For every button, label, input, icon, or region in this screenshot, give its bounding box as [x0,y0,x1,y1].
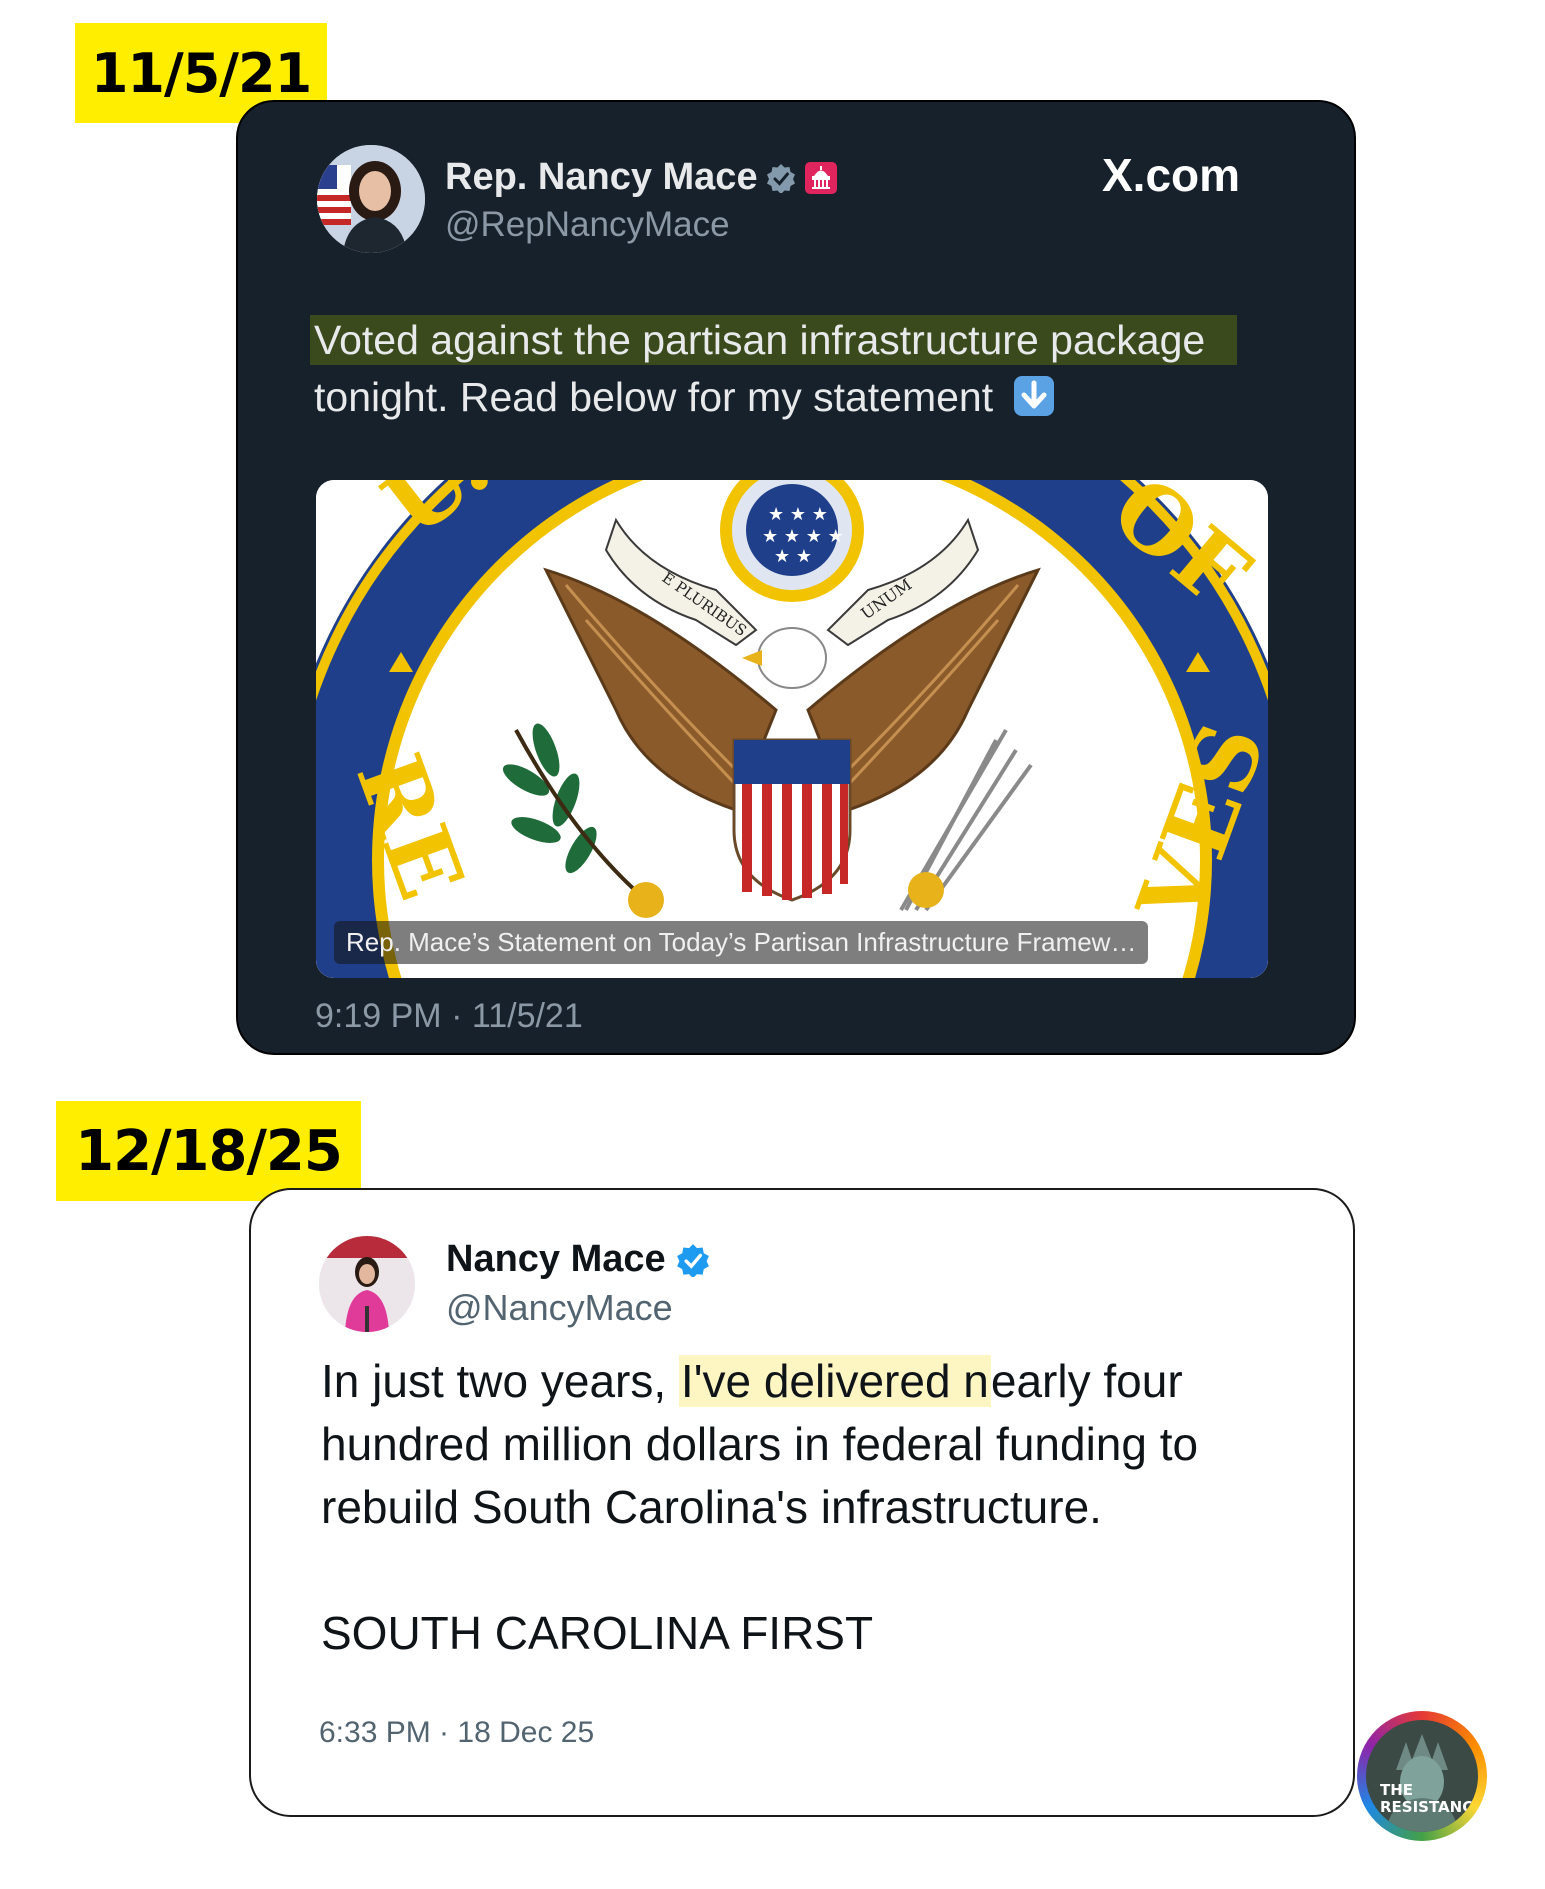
display-name-row: Nancy Mace [446,1238,710,1281]
government-capitol-badge-icon [804,161,837,194]
tweet-card-2021: Rep. Nancy Mace @RepNancyMace X.com Vote… [236,100,1356,1055]
display-name[interactable]: Nancy Mace [446,1238,666,1281]
down-arrow-emoji-icon [1013,376,1054,416]
tweet-text-rest: tonight. Read below for my statement [314,374,994,420]
logo-text-line1: THE [1380,1781,1414,1799]
svg-text:★ ★ ★: ★ ★ ★ [768,504,828,525]
handle[interactable]: @NancyMace [446,1287,673,1329]
highlighted-text: Voted against the partisan infrastructur… [310,315,1238,365]
tweet-text-before: In just two years, [321,1355,679,1407]
the-resistance-logo: THE RESISTANCE [1357,1711,1487,1841]
house-seal-image: U. OF RE VES ★ ★ ★ ★ ★ ★ ★ ★ ★ E PLURIBU… [316,480,1268,978]
link-card[interactable]: U. OF RE VES ★ ★ ★ ★ ★ ★ ★ ★ ★ E PLURIBU… [316,480,1268,978]
avatar[interactable] [319,1236,415,1332]
logo-text: THE RESISTANCE [1380,1782,1478,1816]
tweet-card-2025: Nancy Mace @NancyMace In just two years,… [249,1188,1355,1817]
svg-text:★ ★ ★ ★: ★ ★ ★ ★ [762,526,844,547]
svg-text:★ ★: ★ ★ [774,546,812,567]
tweet-paragraph-2: SOUTH CAROLINA FIRST [321,1607,874,1659]
timestamp[interactable]: 6:33 PM · 18 Dec 25 [319,1716,594,1750]
verified-gray-badge-icon [766,163,795,193]
display-name-row: Rep. Nancy Mace [445,156,838,199]
display-name[interactable]: Rep. Nancy Mace [445,156,758,199]
link-card-caption: Rep. Mace’s Statement on Today’s Partisa… [334,921,1149,964]
verified-blue-badge-icon [676,1243,709,1277]
avatar[interactable] [317,145,425,253]
logo-text-line2: RESISTANCE [1380,1798,1478,1816]
x-com-label: X.com [1102,149,1241,201]
tweet-paragraph-1: In just two years, I've delivered nearly… [321,1350,1331,1539]
avatar-photo [317,145,425,253]
date-tag-2025: 12/18/25 [56,1101,361,1201]
logo-inner: THE RESISTANCE [1366,1720,1478,1832]
highlighted-text: I've delivered n [678,1355,991,1407]
handle[interactable]: @RepNancyMace [445,205,730,245]
avatar-photo [319,1236,415,1332]
timestamp[interactable]: 9:19 PM · 11/5/21 [315,997,583,1036]
tweet-text: Voted against the partisan infrastructur… [310,312,1314,426]
tweet-text: In just two years, I've delivered nearly… [321,1350,1331,1665]
